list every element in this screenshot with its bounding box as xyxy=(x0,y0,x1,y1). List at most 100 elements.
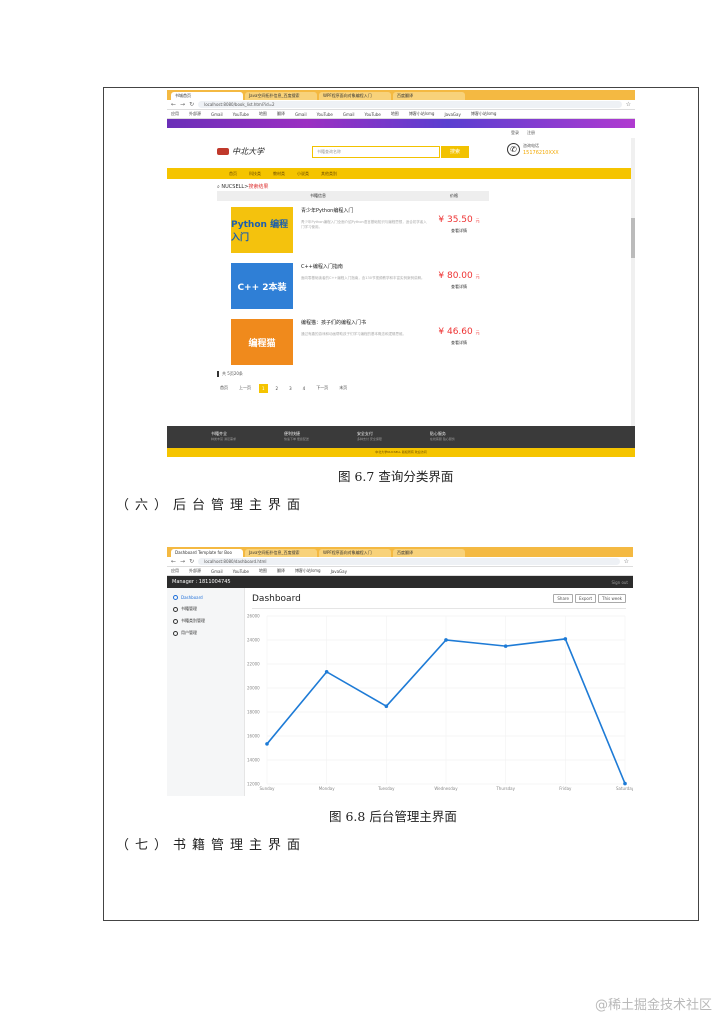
sidebar-item-books[interactable]: 书籍管理 xyxy=(167,603,244,615)
this-week-dropdown[interactable]: This week xyxy=(598,594,626,603)
back-icon[interactable]: ← xyxy=(171,558,176,565)
pager-page[interactable]: 4 xyxy=(300,384,309,393)
bookmark[interactable]: YouTube xyxy=(233,112,249,117)
nav-item[interactable]: 其他类别 xyxy=(321,168,337,179)
bookmark[interactable]: 博客小站lsmg xyxy=(295,568,321,574)
data-point xyxy=(444,638,448,642)
price-unit: 元 xyxy=(475,274,480,279)
register-link[interactable]: 注册 xyxy=(527,128,535,138)
book-row[interactable]: 编程猫 编程猫：孩子们的编程入门书 通过有趣的游戏和动画帮助孩子们学习编程的基本… xyxy=(217,313,489,369)
book-title[interactable]: 编程猫：孩子们的编程入门书 xyxy=(301,319,429,326)
book-row[interactable]: Python 编程入门 青少年Python编程入门 青少年Python编程入门全… xyxy=(217,201,489,257)
bookmark[interactable]: 应用 xyxy=(171,568,179,574)
section-heading-6: （六）后台管理主界面 xyxy=(116,498,307,513)
book-cover-image[interactable]: Python 编程入门 xyxy=(231,207,293,253)
sign-out-link[interactable]: Sign out xyxy=(611,580,628,585)
bookmark[interactable]: YouTube xyxy=(317,112,333,117)
header-price: 价格 xyxy=(450,193,458,198)
star-icon[interactable]: ☆ xyxy=(624,558,629,565)
pager-page[interactable]: 2 xyxy=(273,384,282,393)
back-icon[interactable]: ← xyxy=(171,101,176,108)
header-info: 书籍信息 xyxy=(310,193,326,198)
browser-tab[interactable]: 百度翻译 xyxy=(393,92,465,100)
bookmark[interactable]: 博客小站lsmg xyxy=(471,111,497,117)
reload-icon[interactable]: ↻ xyxy=(189,101,194,108)
detail-link[interactable]: 查看详情 xyxy=(429,284,489,290)
pager-first[interactable]: 首页 xyxy=(217,383,231,393)
file-icon xyxy=(173,606,178,612)
bookmark[interactable]: Gmail xyxy=(343,112,355,117)
x-tick-label: Thursday xyxy=(495,786,515,791)
browser-tab[interactable]: WPF程序面向对象编程入门 xyxy=(319,92,391,100)
bookmark[interactable]: 应用 xyxy=(171,111,179,117)
nav-item[interactable]: 教材类 xyxy=(273,168,285,179)
star-icon[interactable]: ☆ xyxy=(626,101,631,108)
pager-page[interactable]: 1 xyxy=(259,383,268,393)
bookmark[interactable]: 外部源 xyxy=(189,568,201,574)
book-row[interactable]: C++ 2本装 C++编程入门指南 面向零基础读者的C++编程入门指南，含130… xyxy=(217,257,489,313)
pager-page[interactable]: 3 xyxy=(286,384,295,393)
browser-tab[interactable]: WPF程序面向对象编程入门 xyxy=(319,549,391,557)
browser-tab[interactable]: Dashboard Template for Boo xyxy=(171,549,243,557)
bookmark[interactable]: 翻译 xyxy=(277,111,285,117)
breadcrumb: ⌕ NUCSELL>搜索结果 xyxy=(167,179,635,191)
footer-feature: 贴心服务 在线客服 贴心服务 xyxy=(429,431,455,441)
browser-tab[interactable]: Java空间拓扑信息_百度搜索 xyxy=(245,549,317,557)
browser-tab[interactable]: Java空间拓扑信息_百度搜索 xyxy=(245,92,317,100)
export-button[interactable]: Export xyxy=(574,594,597,603)
book-price: ¥ 46.60 xyxy=(438,327,473,337)
data-point xyxy=(503,644,508,648)
phone-contact: ✆ 咨询电话 15176210XXX xyxy=(507,142,559,157)
book-price: ¥ 35.50 xyxy=(438,215,473,225)
bookmark[interactable]: Gmail xyxy=(295,112,307,117)
site-logo[interactable]: 中北大学 xyxy=(217,146,264,157)
bookmark[interactable]: YouTube xyxy=(365,112,381,117)
share-button[interactable]: Share xyxy=(553,594,573,603)
browser-tab[interactable]: 百度翻译 xyxy=(393,549,465,557)
address-input[interactable]: localhost:8080/dashboard.html xyxy=(198,558,620,565)
search-button[interactable]: 搜索 xyxy=(441,146,469,158)
pager-next[interactable]: 下一页 xyxy=(313,383,331,393)
bookmark[interactable]: 外部源 xyxy=(189,111,201,117)
bookmark[interactable]: JavaGay xyxy=(444,112,460,117)
bookmark[interactable]: 地图 xyxy=(391,111,399,117)
breadcrumb-prefix[interactable]: NUCSELL> xyxy=(221,184,248,190)
book-cover-image[interactable]: C++ 2本装 xyxy=(231,263,293,309)
bookmark[interactable]: 地图 xyxy=(259,111,267,117)
sidebar-item-categories[interactable]: 书籍类别管理 xyxy=(167,615,244,627)
sidebar-item-dashboard[interactable]: Dashboard xyxy=(167,592,244,603)
x-tick-label: Tuesday xyxy=(377,786,395,791)
forward-icon[interactable]: → xyxy=(180,558,185,565)
address-bar-row: ← → ↻ localhost:8080/dashboard.html ☆ xyxy=(167,557,633,567)
nav-item[interactable]: 首页 xyxy=(229,168,237,179)
scrollbar[interactable] xyxy=(631,138,635,426)
pager-last[interactable]: 末页 xyxy=(336,383,350,393)
bookmark[interactable]: 地图 xyxy=(259,568,267,574)
x-tick-label: Monday xyxy=(319,786,335,791)
book-cover-image[interactable]: 编程猫 xyxy=(231,319,293,365)
data-point xyxy=(324,670,329,674)
bookmark[interactable]: Gmail xyxy=(211,569,223,574)
bookmark[interactable]: YouTube xyxy=(233,569,249,574)
detail-link[interactable]: 查看详情 xyxy=(429,228,489,234)
book-title[interactable]: 青少年Python编程入门 xyxy=(301,207,429,214)
pager-prev[interactable]: 上一页 xyxy=(236,383,254,393)
browser-tab[interactable]: 书城首页 xyxy=(171,92,243,100)
address-input[interactable]: localhost:8080/book_list.html?id=2 xyxy=(198,101,622,108)
bookmark[interactable]: 翻译 xyxy=(277,568,285,574)
sidebar-item-users[interactable]: 用户管理 xyxy=(167,627,244,639)
nav-item[interactable]: 科技类 xyxy=(249,168,261,179)
scrollbar-thumb[interactable] xyxy=(631,218,635,258)
nav-item[interactable]: 小说类 xyxy=(297,168,309,179)
login-link[interactable]: 登录 xyxy=(511,128,519,138)
forward-icon[interactable]: → xyxy=(180,101,185,108)
site-header: 中北大学 书籍查询名称 搜索 ✆ 咨询电话 15176210XXX xyxy=(167,138,635,168)
book-title[interactable]: C++编程入门指南 xyxy=(301,263,429,270)
reload-icon[interactable]: ↻ xyxy=(189,558,194,565)
bookmark[interactable]: JavaGay xyxy=(331,569,347,574)
bookmark[interactable]: Gmail xyxy=(211,112,223,117)
detail-link[interactable]: 查看详情 xyxy=(429,340,489,346)
search-input[interactable]: 书籍查询名称 xyxy=(312,146,440,158)
footer-feature: 便利快捷 快速下单 便捷配送 xyxy=(283,431,309,441)
bookmark[interactable]: 博客小站lsmg xyxy=(409,111,435,117)
